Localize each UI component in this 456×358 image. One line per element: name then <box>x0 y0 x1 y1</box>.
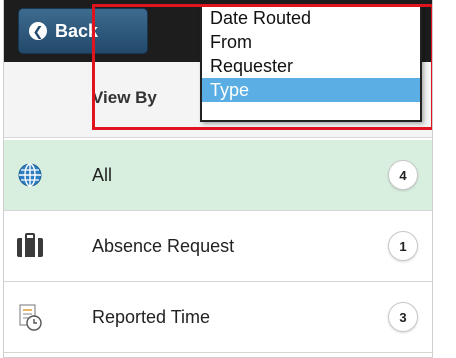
timesheet-clock-icon <box>16 303 44 331</box>
dropdown-option-from[interactable]: From <box>202 30 420 54</box>
back-button[interactable]: ❮ Back <box>18 8 148 54</box>
back-button-label: Back <box>55 20 99 41</box>
briefcase-icon <box>16 232 44 260</box>
app-frame: ❮ Back View By All 4 Absence Request 1 R… <box>3 0 433 358</box>
chevron-left-icon: ❮ <box>29 22 47 40</box>
category-list: All 4 Absence Request 1 Reported Time 3 <box>4 140 432 353</box>
list-item-label: Absence Request <box>92 235 235 256</box>
dropdown-option-date-routed[interactable]: Date Routed <box>202 6 420 30</box>
count-badge: 3 <box>388 302 418 332</box>
list-item-label: All <box>92 164 113 185</box>
count-badge: 1 <box>388 231 418 261</box>
view-by-label: View By <box>92 88 157 107</box>
dropdown-option-requester[interactable]: Requester <box>202 54 420 78</box>
globe-icon <box>16 161 44 189</box>
view-by-dropdown[interactable]: Date Routed From Requester Type <box>200 4 422 122</box>
list-item-all[interactable]: All 4 <box>4 140 432 211</box>
list-item-label: Reported Time <box>92 306 211 327</box>
list-item-absence-request[interactable]: Absence Request 1 <box>4 211 432 282</box>
list-item-reported-time[interactable]: Reported Time 3 <box>4 282 432 353</box>
count-badge: 4 <box>388 160 418 190</box>
dropdown-option-type[interactable]: Type <box>202 78 420 102</box>
